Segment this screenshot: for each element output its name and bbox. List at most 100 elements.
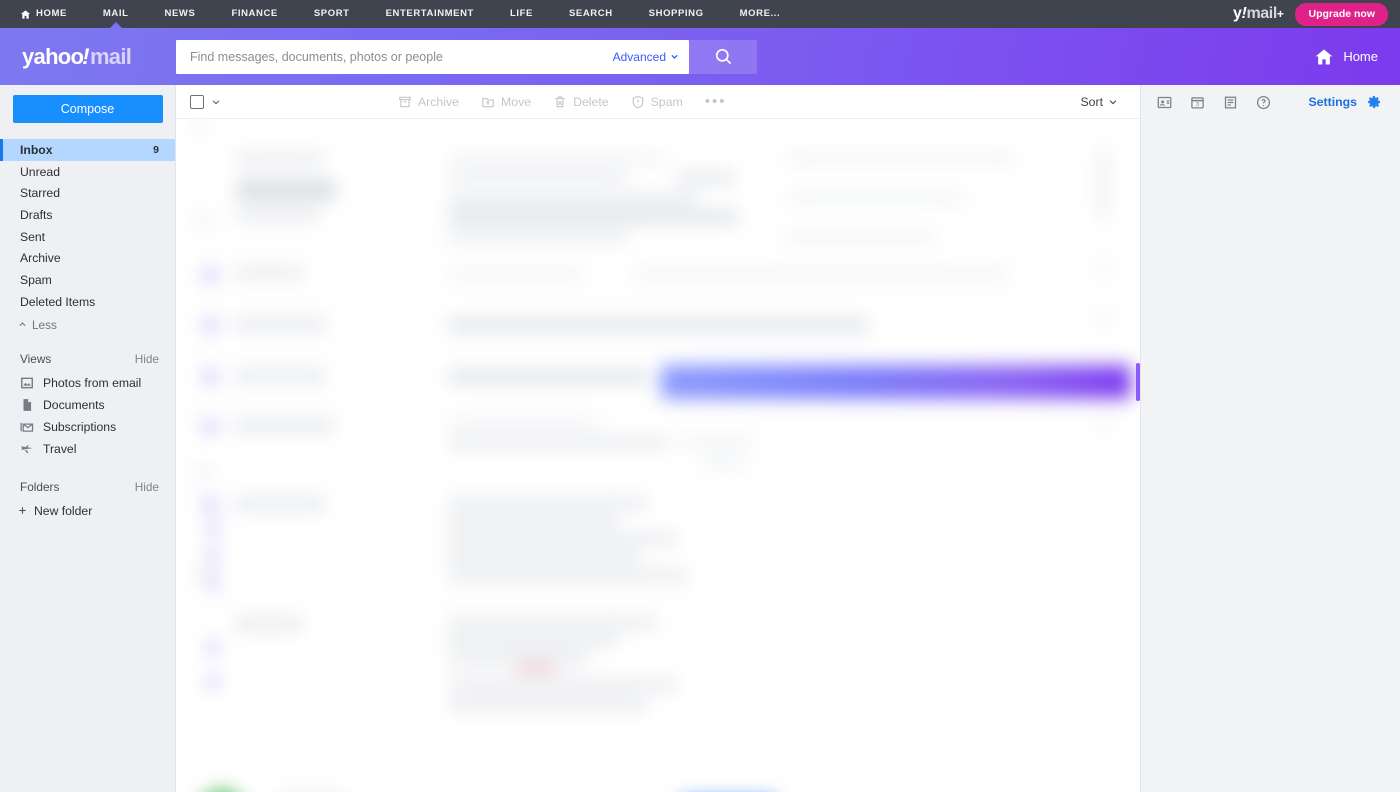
delete-button[interactable]: Delete — [553, 95, 609, 109]
search-input[interactable] — [190, 49, 605, 64]
compose-button[interactable]: Compose — [12, 95, 163, 123]
right-rail: 3 Settings — [1140, 85, 1400, 792]
search-submit-button[interactable] — [689, 39, 757, 74]
spam-shield-icon — [631, 95, 645, 109]
chevron-down-icon — [1109, 99, 1117, 104]
inbox-unread-count: 9 — [153, 143, 159, 156]
nav-link-search[interactable]: SEARCH — [551, 0, 631, 28]
views-label-travel: Travel — [43, 441, 77, 456]
archive-icon — [398, 95, 412, 109]
ymail-logo-y: y — [1233, 5, 1242, 22]
views-label-photos: Photos from email — [43, 375, 142, 390]
sidebar-label-starred: Starred — [20, 186, 60, 201]
scroll-indicator[interactable] — [1136, 363, 1140, 401]
sidebar-label-spam: Spam — [20, 272, 52, 287]
sidebar-less-toggle[interactable]: Less — [0, 313, 175, 332]
ymail-plus-logo[interactable]: y! mail + — [1233, 5, 1284, 23]
views-hide-link[interactable]: Hide — [135, 352, 159, 366]
views-section-header: Views Hide — [0, 332, 175, 372]
sidebar-item-starred[interactable]: Starred — [0, 182, 175, 204]
sidebar-item-documents[interactable]: Documents — [0, 394, 175, 416]
nav-link-entertainment[interactable]: ENTERTAINMENT — [368, 0, 492, 28]
upgrade-now-button[interactable]: Upgrade now — [1295, 2, 1388, 26]
nav-link-home[interactable]: HOME — [14, 0, 85, 28]
sidebar-label-archive: Archive — [20, 251, 61, 266]
sidebar-item-unread[interactable]: Unread — [0, 161, 175, 183]
nav-link-more[interactable]: MORE... — [722, 0, 799, 28]
document-icon — [20, 398, 34, 412]
ymail-logo-plus: + — [1276, 7, 1284, 21]
sidebar-item-sent[interactable]: Sent — [0, 226, 175, 248]
home-shortcut-label: Home — [1343, 49, 1378, 64]
app-body: Compose Inbox 9 Unread Starred Drafts Se… — [0, 85, 1400, 792]
toolbar-actions: Archive Move Delete Spam ••• — [398, 93, 727, 110]
folders-section-header: Folders Hide — [0, 460, 175, 500]
photo-icon — [20, 376, 34, 390]
app-header: yahoo!mail Advanced Home — [0, 28, 1400, 85]
sidebar-label-unread: Unread — [20, 164, 60, 179]
sidebar-item-spam[interactable]: Spam — [0, 269, 175, 291]
select-all-dropdown[interactable] — [211, 97, 221, 107]
logo-bang: ! — [82, 43, 89, 69]
notes-icon[interactable] — [1223, 95, 1238, 110]
select-all-checkbox[interactable] — [190, 94, 204, 109]
help-icon[interactable] — [1256, 95, 1271, 110]
settings-button[interactable]: Settings — [1308, 94, 1382, 110]
logo-yahoo-text: yahoo — [22, 43, 84, 69]
sidebar-item-photos-from-email[interactable]: Photos from email — [0, 372, 175, 394]
nav-link-sport[interactable]: SPORT — [296, 0, 368, 28]
logo-mail-text: mail — [89, 43, 132, 69]
message-list-content[interactable] — [176, 119, 1140, 792]
sidebar-item-drafts[interactable]: Drafts — [0, 204, 175, 226]
sidebar-item-subscriptions[interactable]: Subscriptions — [0, 416, 175, 438]
advanced-search-dropdown[interactable]: Advanced — [605, 50, 679, 64]
rail-toolbar: 3 Settings — [1141, 85, 1400, 119]
archive-button[interactable]: Archive — [398, 95, 459, 109]
search-box: Advanced — [176, 39, 689, 74]
chevron-up-icon — [19, 322, 26, 327]
new-folder-label: New folder — [34, 503, 93, 518]
move-button[interactable]: Move — [481, 95, 531, 109]
sidebar-item-inbox[interactable]: Inbox 9 — [0, 139, 175, 161]
home-icon — [1315, 49, 1333, 64]
sidebar: Compose Inbox 9 Unread Starred Drafts Se… — [0, 85, 176, 792]
nav-link-news[interactable]: NEWS — [147, 0, 214, 28]
more-actions-button[interactable]: ••• — [705, 93, 727, 110]
top-utility-nav: HOME MAIL NEWS FINANCE SPORT ENTERTAINME… — [0, 0, 1400, 28]
sidebar-label-deleted-items: Deleted Items — [20, 294, 96, 309]
folders-title: Folders — [20, 479, 60, 494]
spam-button[interactable]: Spam — [631, 95, 683, 109]
new-folder-button[interactable]: New folder — [0, 500, 175, 522]
move-icon — [481, 95, 495, 109]
trash-icon — [553, 95, 567, 109]
plane-icon — [20, 442, 34, 456]
home-shortcut-button[interactable]: Home — [1314, 47, 1400, 67]
search-bar: Advanced — [176, 39, 757, 74]
sort-dropdown[interactable]: Sort — [1080, 95, 1118, 109]
yahoo-mail-logo[interactable]: yahoo! mail — [0, 44, 176, 70]
nav-link-life[interactable]: LIFE — [492, 0, 551, 28]
nav-link-finance[interactable]: FINANCE — [213, 0, 295, 28]
sidebar-label-drafts: Drafts — [20, 207, 53, 222]
folders-hide-link[interactable]: Hide — [135, 480, 159, 494]
ymail-logo-mail: mail — [1246, 5, 1277, 22]
move-label: Move — [500, 94, 532, 109]
calendar-day-badge: 3 — [1196, 101, 1199, 107]
views-title: Views — [20, 351, 52, 366]
promo-banner[interactable] — [661, 365, 1131, 399]
sort-label: Sort — [1080, 94, 1103, 109]
calendar-icon[interactable]: 3 — [1190, 95, 1205, 110]
chevron-down-icon — [212, 99, 220, 104]
sidebar-item-archive[interactable]: Archive — [0, 247, 175, 269]
sidebar-item-deleted-items[interactable]: Deleted Items — [0, 291, 175, 313]
gear-icon — [1366, 94, 1382, 110]
settings-label: Settings — [1308, 95, 1357, 109]
less-label: Less — [32, 317, 57, 332]
sidebar-item-travel[interactable]: Travel — [0, 438, 175, 460]
nav-link-mail[interactable]: MAIL — [85, 0, 147, 28]
views-label-documents: Documents — [43, 397, 105, 412]
delete-label: Delete — [573, 94, 609, 109]
contacts-icon[interactable] — [1157, 95, 1172, 110]
nav-link-shopping[interactable]: SHOPPING — [631, 0, 722, 28]
message-list-panel: Archive Move Delete Spam ••• Sort — [176, 85, 1140, 792]
